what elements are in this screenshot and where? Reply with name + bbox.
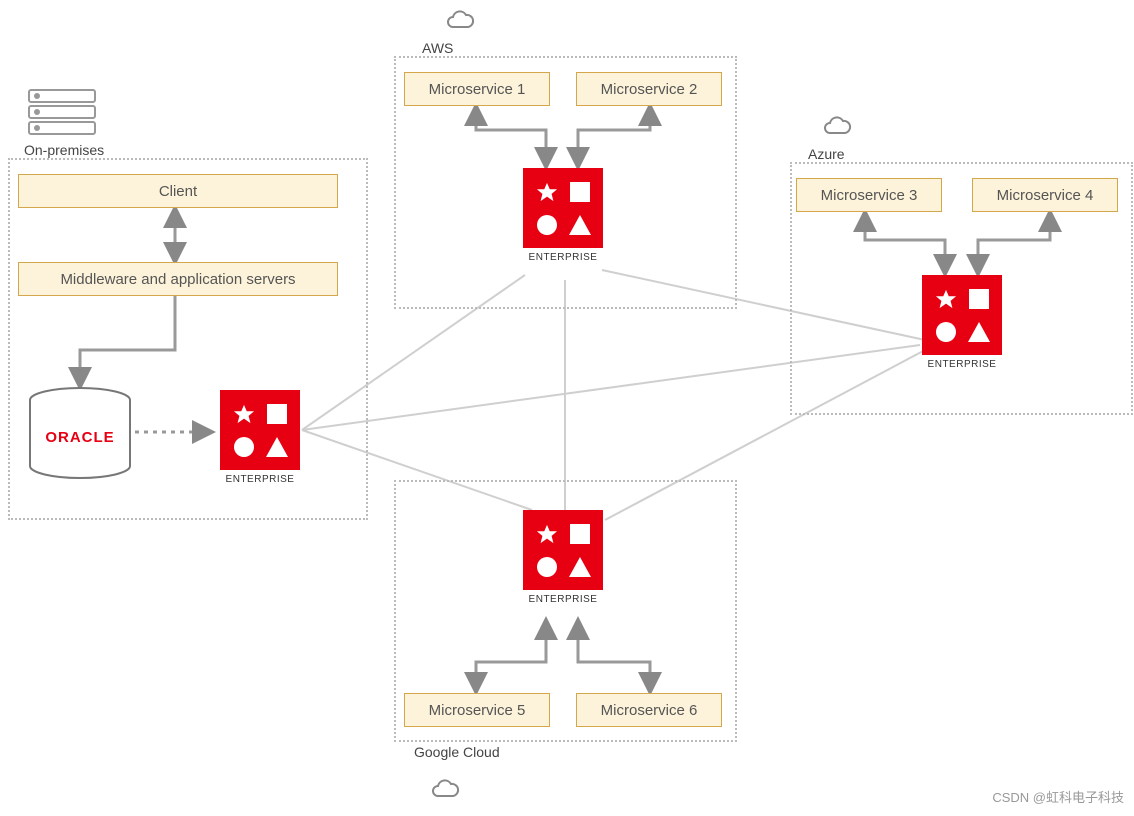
triangle-icon bbox=[569, 557, 591, 577]
square-icon bbox=[570, 524, 590, 544]
cloud-icon bbox=[822, 115, 852, 137]
onprem-label: On-premises bbox=[20, 142, 108, 158]
circle-icon bbox=[936, 322, 956, 342]
ms4-box: Microservice 4 bbox=[972, 178, 1118, 212]
triangle-icon bbox=[968, 322, 990, 342]
star-icon bbox=[233, 403, 255, 425]
enterprise-label: ENTERPRISE bbox=[523, 252, 603, 263]
circle-icon bbox=[537, 557, 557, 577]
triangle-icon bbox=[569, 215, 591, 235]
ms2-text: Microservice 2 bbox=[601, 81, 698, 98]
ms1-box: Microservice 1 bbox=[404, 72, 550, 106]
star-icon bbox=[935, 288, 957, 310]
middleware-box: Middleware and application servers bbox=[18, 262, 338, 296]
middleware-text: Middleware and application servers bbox=[60, 271, 295, 288]
enterprise-aws: ENTERPRISE bbox=[523, 168, 603, 263]
ms6-text: Microservice 6 bbox=[601, 702, 698, 719]
ms2-box: Microservice 2 bbox=[576, 72, 722, 106]
circle-icon bbox=[537, 215, 557, 235]
client-box: Client bbox=[18, 174, 338, 208]
enterprise-gcloud: ENTERPRISE bbox=[523, 510, 603, 605]
gcloud-label: Google Cloud bbox=[410, 744, 504, 760]
star-icon bbox=[536, 181, 558, 203]
enterprise-label: ENTERPRISE bbox=[523, 594, 603, 605]
enterprise-azure: ENTERPRISE bbox=[922, 275, 1002, 370]
oracle-text: ORACLE bbox=[45, 429, 114, 446]
circle-icon bbox=[234, 437, 254, 457]
ms5-text: Microservice 5 bbox=[429, 702, 526, 719]
server-stack-icon bbox=[27, 88, 97, 136]
ms5-box: Microservice 5 bbox=[404, 693, 550, 727]
ms3-text: Microservice 3 bbox=[821, 187, 918, 204]
oracle-database: ORACLE bbox=[26, 386, 134, 480]
square-icon bbox=[570, 182, 590, 202]
ms1-text: Microservice 1 bbox=[429, 81, 526, 98]
client-text: Client bbox=[159, 183, 197, 200]
ms4-text: Microservice 4 bbox=[997, 187, 1094, 204]
azure-label: Azure bbox=[804, 146, 849, 162]
triangle-icon bbox=[266, 437, 288, 457]
watermark: CSDN @虹科电子科技 bbox=[992, 787, 1124, 806]
square-icon bbox=[969, 289, 989, 309]
enterprise-onprem: ENTERPRISE bbox=[220, 390, 300, 485]
ms6-box: Microservice 6 bbox=[576, 693, 722, 727]
star-icon bbox=[536, 523, 558, 545]
ms3-box: Microservice 3 bbox=[796, 178, 942, 212]
enterprise-label: ENTERPRISE bbox=[220, 474, 300, 485]
enterprise-label: ENTERPRISE bbox=[922, 359, 1002, 370]
cloud-icon bbox=[445, 9, 475, 31]
square-icon bbox=[267, 404, 287, 424]
cloud-icon bbox=[430, 778, 460, 800]
aws-label: AWS bbox=[418, 40, 457, 56]
